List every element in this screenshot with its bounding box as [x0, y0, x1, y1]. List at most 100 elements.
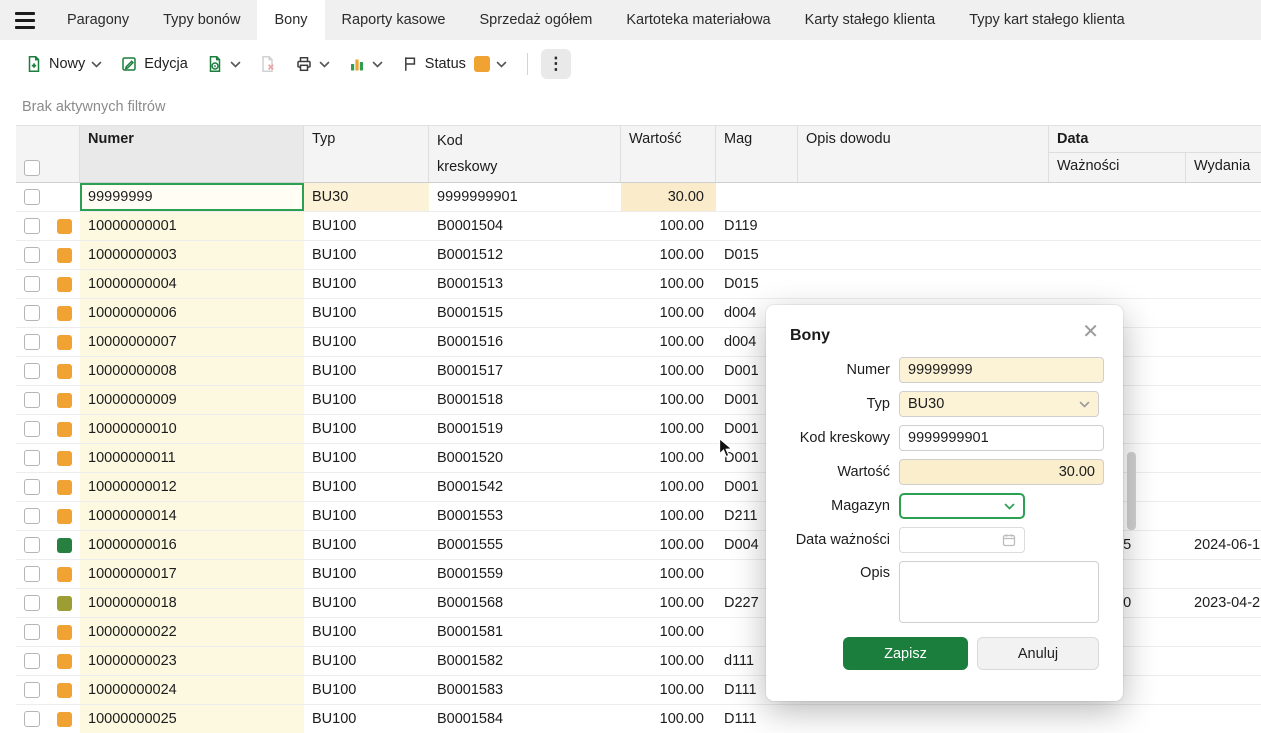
table-row[interactable]: 99999999 BU30 9999999901 30.00: [16, 183, 1261, 212]
cell-typ[interactable]: BU100: [304, 647, 429, 675]
cell-kod-kreskowy[interactable]: 9999999901: [429, 183, 621, 211]
table-scrollbar-thumb[interactable]: [1127, 452, 1136, 530]
cell-numer[interactable]: 10000000018: [80, 589, 304, 617]
row-checkbox[interactable]: [24, 276, 40, 292]
row-checkbox[interactable]: [24, 537, 40, 553]
cell-numer[interactable]: 10000000011: [80, 444, 304, 472]
chart-button[interactable]: [341, 50, 390, 78]
cell-typ[interactable]: BU100: [304, 415, 429, 443]
table-row[interactable]: 10000000004 BU100 B0001513 100.00 D015: [16, 270, 1261, 299]
print-button[interactable]: [288, 50, 337, 78]
cell-typ[interactable]: BU30: [304, 183, 429, 211]
cell-wartosc[interactable]: 100.00: [621, 647, 716, 675]
edit-button[interactable]: Edycja: [113, 50, 195, 78]
cell-wartosc[interactable]: 100.00: [621, 212, 716, 240]
cell-typ[interactable]: BU100: [304, 618, 429, 646]
col-header-opis-dowodu[interactable]: Opis dowodu: [798, 126, 1049, 182]
row-checkbox[interactable]: [24, 363, 40, 379]
col-header-mag[interactable]: Mag: [716, 126, 798, 182]
cell-wartosc[interactable]: 100.00: [621, 676, 716, 704]
cell-kod-kreskowy[interactable]: B0001583: [429, 676, 621, 704]
cell-numer[interactable]: 10000000012: [80, 473, 304, 501]
cell-wartosc[interactable]: 100.00: [621, 415, 716, 443]
more-options-icon[interactable]: ⋮: [540, 49, 571, 79]
cell-data-wydania[interactable]: [1186, 386, 1261, 414]
delete-button[interactable]: [252, 50, 284, 78]
col-header-numer[interactable]: Numer: [80, 126, 304, 182]
cell-kod-kreskowy[interactable]: B0001516: [429, 328, 621, 356]
menu-icon[interactable]: [0, 0, 50, 40]
cell-data-wydania[interactable]: [1186, 502, 1261, 530]
cell-numer[interactable]: 10000000006: [80, 299, 304, 327]
cell-wartosc[interactable]: 100.00: [621, 270, 716, 298]
row-checkbox[interactable]: [24, 218, 40, 234]
cell-wartosc[interactable]: 100.00: [621, 560, 716, 588]
cell-opis-dowodu[interactable]: [798, 212, 1049, 240]
cell-typ[interactable]: BU100: [304, 357, 429, 385]
cell-kod-kreskowy[interactable]: B0001584: [429, 705, 621, 733]
cell-kod-kreskowy[interactable]: B0001518: [429, 386, 621, 414]
cell-numer[interactable]: 10000000017: [80, 560, 304, 588]
cell-mag[interactable]: D111: [716, 705, 798, 733]
col-header-waznosci[interactable]: Ważności: [1049, 153, 1186, 182]
cell-opis-dowodu[interactable]: [798, 241, 1049, 269]
kod-kreskowy-input[interactable]: [899, 425, 1104, 451]
cell-wartosc[interactable]: 100.00: [621, 241, 716, 269]
cell-kod-kreskowy[interactable]: B0001559: [429, 560, 621, 588]
nav-tab[interactable]: Typy kart stałego klienta: [952, 0, 1142, 40]
nav-tab[interactable]: Bony: [257, 0, 325, 40]
row-checkbox[interactable]: [24, 421, 40, 437]
cell-numer[interactable]: 10000000010: [80, 415, 304, 443]
cell-numer[interactable]: 10000000001: [80, 212, 304, 240]
cell-wartosc[interactable]: 100.00: [621, 705, 716, 733]
cell-typ[interactable]: BU100: [304, 473, 429, 501]
col-header-wydania[interactable]: Wydania: [1186, 153, 1261, 182]
row-checkbox[interactable]: [24, 566, 40, 582]
magazyn-select[interactable]: [899, 493, 1025, 519]
cell-data-waznosci[interactable]: [1049, 212, 1186, 240]
col-header-data[interactable]: Data: [1049, 126, 1261, 153]
cell-wartosc[interactable]: 100.00: [621, 386, 716, 414]
table-row[interactable]: 10000000001 BU100 B0001504 100.00 D119: [16, 212, 1261, 241]
cell-numer[interactable]: 10000000023: [80, 647, 304, 675]
cell-kod-kreskowy[interactable]: B0001581: [429, 618, 621, 646]
cell-typ[interactable]: BU100: [304, 386, 429, 414]
cell-mag[interactable]: D015: [716, 241, 798, 269]
cell-kod-kreskowy[interactable]: B0001517: [429, 357, 621, 385]
cell-data-wydania[interactable]: [1186, 415, 1261, 443]
cell-kod-kreskowy[interactable]: B0001568: [429, 589, 621, 617]
cell-data-wydania[interactable]: [1186, 357, 1261, 385]
cell-typ[interactable]: BU100: [304, 444, 429, 472]
cell-data-wydania[interactable]: [1186, 473, 1261, 501]
cell-typ[interactable]: BU100: [304, 502, 429, 530]
cell-data-wydania[interactable]: [1186, 299, 1261, 327]
cell-wartosc[interactable]: 100.00: [621, 328, 716, 356]
cell-opis-dowodu[interactable]: [798, 705, 1049, 733]
numer-input[interactable]: [899, 357, 1104, 383]
cell-typ[interactable]: BU100: [304, 328, 429, 356]
close-icon[interactable]: ✕: [1082, 321, 1099, 343]
row-checkbox[interactable]: [24, 595, 40, 611]
table-row[interactable]: 10000000025 BU100 B0001584 100.00 D111: [16, 705, 1261, 733]
cell-typ[interactable]: BU100: [304, 212, 429, 240]
cell-data-waznosci[interactable]: [1049, 705, 1186, 733]
cell-kod-kreskowy[interactable]: B0001582: [429, 647, 621, 675]
cell-typ[interactable]: BU100: [304, 705, 429, 733]
cancel-button[interactable]: Anuluj: [977, 637, 1099, 670]
cell-kod-kreskowy[interactable]: B0001513: [429, 270, 621, 298]
nav-tab[interactable]: Kartoteka materiałowa: [609, 0, 787, 40]
cell-data-wydania[interactable]: 2023-04-2: [1186, 589, 1261, 617]
cell-kod-kreskowy[interactable]: B0001515: [429, 299, 621, 327]
status-button[interactable]: Status: [394, 50, 514, 78]
cell-mag[interactable]: [716, 183, 798, 211]
cell-kod-kreskowy[interactable]: B0001504: [429, 212, 621, 240]
row-checkbox[interactable]: [24, 508, 40, 524]
cell-wartosc[interactable]: 100.00: [621, 502, 716, 530]
cell-data-wydania[interactable]: [1186, 618, 1261, 646]
cell-wartosc[interactable]: 100.00: [621, 618, 716, 646]
cell-numer[interactable]: 10000000004: [80, 270, 304, 298]
select-all-checkbox[interactable]: [24, 160, 40, 176]
table-row[interactable]: 10000000003 BU100 B0001512 100.00 D015: [16, 241, 1261, 270]
cell-data-wydania[interactable]: [1186, 212, 1261, 240]
row-checkbox[interactable]: [24, 711, 40, 727]
